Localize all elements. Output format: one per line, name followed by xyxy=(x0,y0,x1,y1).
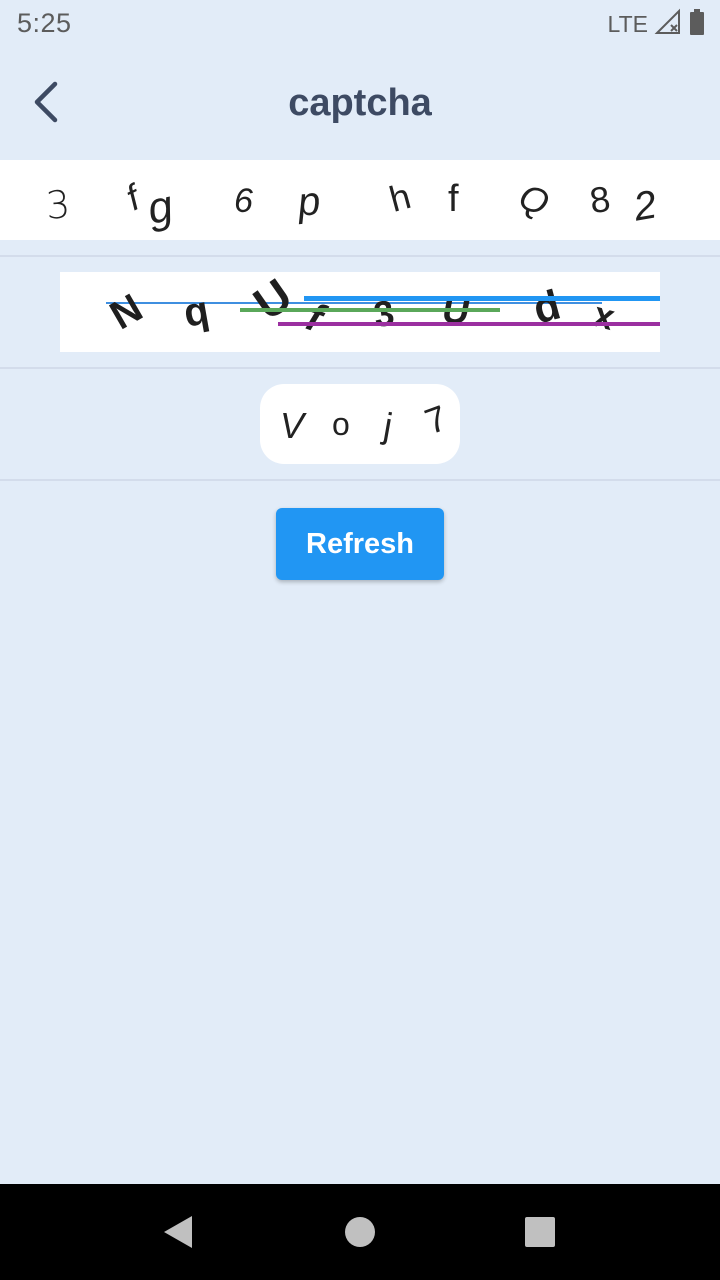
captcha-char: f xyxy=(119,176,146,219)
captcha-char: f xyxy=(448,178,459,220)
captcha-char: 8 xyxy=(587,177,613,222)
battery-icon xyxy=(688,8,706,41)
noise-line xyxy=(240,308,500,312)
captcha-char: h xyxy=(384,175,415,220)
noise-line xyxy=(278,322,660,326)
navigation-bar xyxy=(0,1184,720,1280)
status-icons: LTE xyxy=(607,8,706,41)
divider xyxy=(0,255,720,257)
captcha-char: 3 xyxy=(44,182,72,228)
captcha-char: 7 xyxy=(419,396,453,443)
captcha-row-1: 3 f g 6 p h f Q 8 2 xyxy=(0,160,720,240)
captcha-row-2: N q U f 3 U d x xyxy=(60,272,660,352)
captcha-char: V xyxy=(280,405,305,446)
captcha-char: U xyxy=(244,272,302,330)
network-type: LTE xyxy=(607,10,648,37)
app-bar: captcha xyxy=(0,60,720,150)
status-time: 5:25 xyxy=(17,8,72,38)
nav-home-icon[interactable] xyxy=(344,1216,376,1253)
nav-recents-icon[interactable] xyxy=(524,1216,556,1253)
captcha-char: j xyxy=(380,404,396,447)
noise-line xyxy=(304,296,660,301)
captcha-char: Q xyxy=(512,175,556,225)
noise-line xyxy=(106,302,602,304)
signal-icon xyxy=(654,8,682,41)
captcha-char: o xyxy=(332,406,350,442)
captcha-char: 6 xyxy=(234,182,253,220)
captcha-row-3: V o j 7 xyxy=(260,384,460,464)
divider xyxy=(0,479,720,481)
status-bar: 5:25 LTE xyxy=(0,0,720,50)
captcha-char: q xyxy=(180,288,213,336)
captcha-char: N xyxy=(102,285,150,339)
captcha-char: 2 xyxy=(630,182,660,230)
captcha-char: g xyxy=(143,181,178,235)
refresh-button[interactable]: Refresh xyxy=(276,508,444,580)
divider xyxy=(0,367,720,369)
page-title: captcha xyxy=(288,82,432,124)
nav-back-icon[interactable] xyxy=(162,1214,194,1255)
captcha-char: p xyxy=(296,179,323,225)
